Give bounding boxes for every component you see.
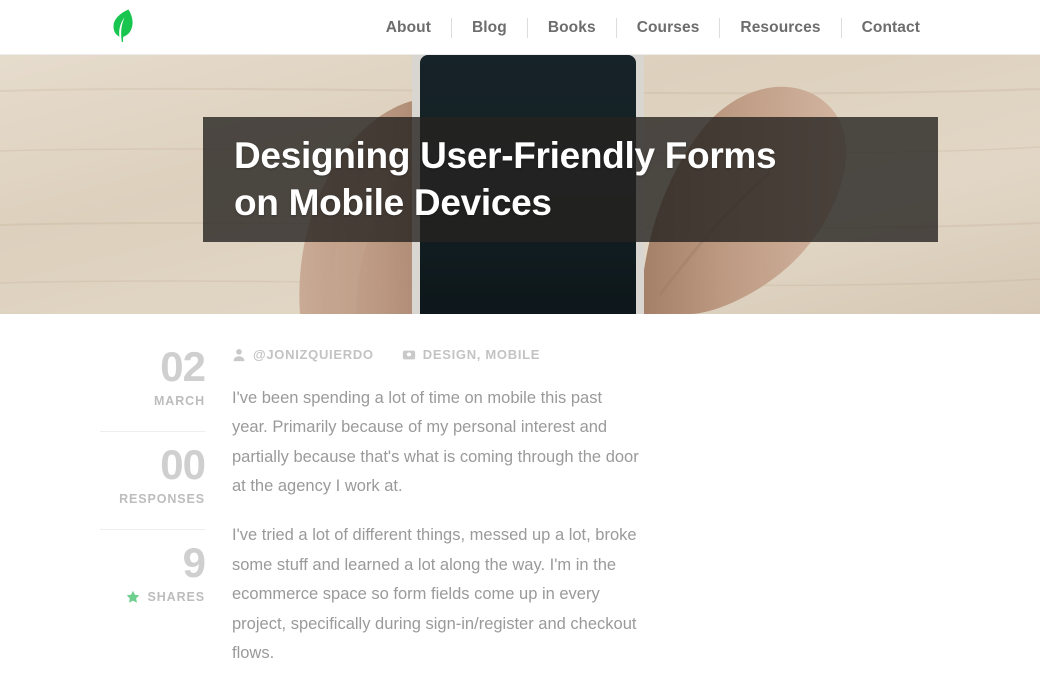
- article-paragraph-1: I've been spending a lot of time on mobi…: [232, 389, 639, 496]
- post-shares-block[interactable]: 9 SHARES: [100, 538, 206, 614]
- site-header: About Blog Books Courses Resources Conta…: [0, 0, 1040, 55]
- post-date-label: MARCH: [153, 393, 205, 408]
- post-shares-label: SHARES: [147, 589, 205, 604]
- nav-item-about[interactable]: About: [366, 0, 451, 55]
- leaf-logo[interactable]: [108, 8, 134, 43]
- nav-item-blog[interactable]: Blog: [452, 0, 527, 55]
- meta-divider: [100, 528, 205, 530]
- byline-category-group[interactable]: DESIGN, MOBILE: [402, 347, 540, 362]
- post-responses-label: RESPONSES: [119, 491, 205, 506]
- user-icon: [233, 348, 245, 361]
- byline-author-group[interactable]: @JONIZQUIERDO: [232, 347, 374, 362]
- leaf-icon: [113, 9, 133, 43]
- post-content-area: 02 MARCH 00 RESPONSES 9 SHARES @JONIZQUI…: [0, 314, 1040, 675]
- nav-item-courses[interactable]: Courses: [617, 0, 720, 55]
- hero-banner: Designing User-Friendly Forms on Mobile …: [0, 55, 1040, 314]
- post-meta-rail: 02 MARCH 00 RESPONSES 9 SHARES: [100, 343, 206, 614]
- article-byline: @JONIZQUIERDO DESIGN, MOBILE: [232, 347, 642, 362]
- nav-item-books[interactable]: Books: [528, 0, 616, 55]
- hero-title-line1: Designing User-Friendly Forms: [234, 135, 777, 177]
- nav-item-resources[interactable]: Resources: [720, 0, 840, 55]
- post-shares-number: 9: [182, 538, 206, 586]
- nav-item-contact[interactable]: Contact: [842, 0, 940, 55]
- main-navigation: About Blog Books Courses Resources Conta…: [366, 0, 940, 55]
- post-responses-block[interactable]: 00 RESPONSES: [100, 440, 206, 516]
- post-date-block: 02 MARCH: [100, 343, 206, 418]
- article-author: @JONIZQUIERDO: [253, 347, 374, 362]
- post-responses-number: 00: [160, 440, 206, 488]
- article-categories: DESIGN, MOBILE: [422, 347, 541, 362]
- meta-divider: [100, 430, 205, 432]
- post-date-number: 02: [160, 343, 206, 390]
- hero-title-overlay: Designing User-Friendly Forms on Mobile …: [203, 117, 938, 242]
- article-body: @JONIZQUIERDO DESIGN, MOBILE I've been s…: [232, 347, 642, 675]
- article-paragraph-2: I've tried a lot of different things, me…: [232, 526, 637, 662]
- folder-icon: [402, 350, 415, 359]
- sidebar: Objective To obtain employment Highlight…: [681, 665, 939, 675]
- star-icon: [126, 590, 139, 603]
- shares-line: SHARES: [100, 590, 205, 604]
- hero-title-line2: on Mobile Devices: [234, 181, 552, 223]
